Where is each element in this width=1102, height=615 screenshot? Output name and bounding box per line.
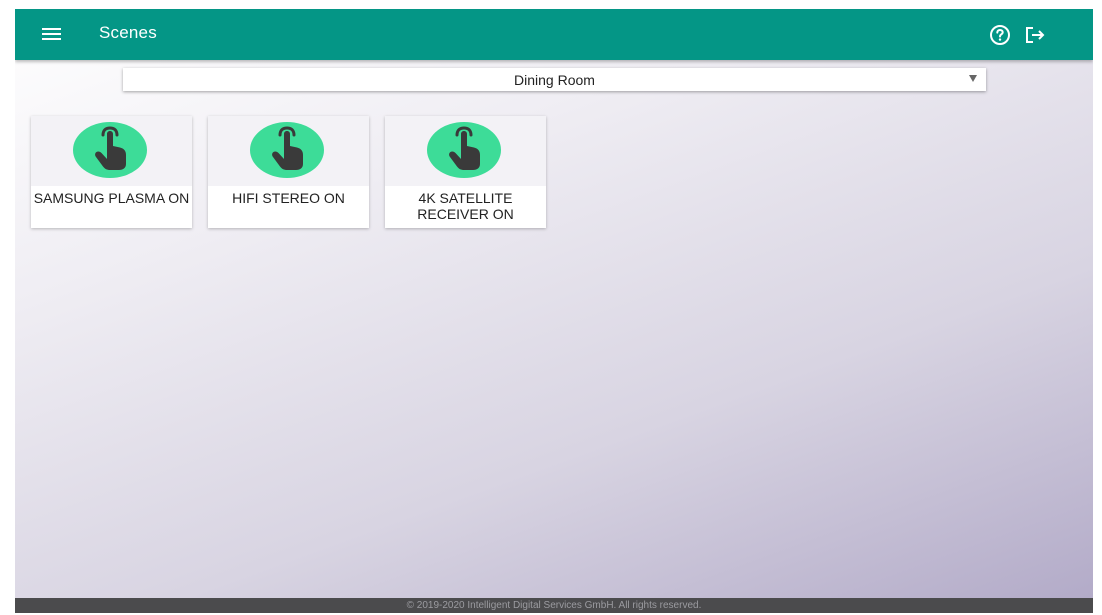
scene-label: SAMSUNG PLASMA ON <box>33 190 190 206</box>
scene-card-hifi-stereo-on[interactable]: HIFI STEREO ON <box>208 116 369 228</box>
logout-icon[interactable] <box>1022 23 1048 47</box>
scene-icon-area <box>385 116 546 186</box>
scene-label: 4K SATELLITE RECEIVER ON <box>417 190 514 222</box>
menu-icon[interactable] <box>39 22 65 46</box>
scene-icon-area <box>208 116 369 186</box>
room-select-value: Dining Room <box>514 72 595 88</box>
touch-hand-icon <box>250 122 324 178</box>
chevron-down-icon <box>969 75 977 82</box>
scene-card-samsung-plasma-on[interactable]: SAMSUNG PLASMA ON <box>31 116 192 228</box>
app-bar: Scenes <box>15 9 1093 60</box>
scene-card-4k-satellite-receiver-on[interactable]: 4K SATELLITE RECEIVER ON <box>385 116 546 228</box>
room-select[interactable]: Dining Room <box>123 68 986 91</box>
touch-hand-icon <box>427 122 501 178</box>
help-icon[interactable] <box>988 23 1012 47</box>
footer-copyright: © 2019-2020 Intelligent Digital Services… <box>15 598 1093 613</box>
app-window: Scenes Dining Room SAMSUNG PLASMA ON HIF… <box>15 9 1093 613</box>
scene-label: HIFI STEREO ON <box>232 190 345 206</box>
scene-icon-area <box>31 116 192 186</box>
page-title: Scenes <box>99 23 157 42</box>
touch-hand-icon <box>73 122 147 178</box>
